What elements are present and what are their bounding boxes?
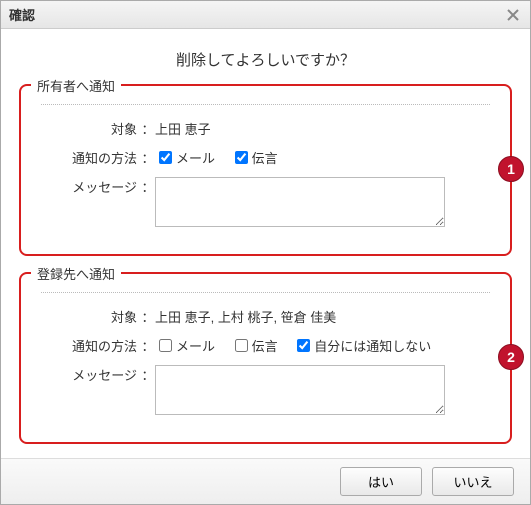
memo-label: 伝言 bbox=[252, 148, 278, 167]
exclude-self-label: 自分には通知しない bbox=[314, 336, 431, 355]
owner-memo-checkbox-wrap[interactable]: 伝言 bbox=[231, 148, 278, 167]
method-label: 通知の方法 bbox=[41, 334, 141, 355]
confirm-question: 削除してよろしいですか？ bbox=[19, 49, 512, 70]
annotation-badge-1: 1 bbox=[498, 156, 524, 182]
register-memo-checkbox[interactable] bbox=[235, 339, 248, 352]
divider bbox=[41, 104, 490, 105]
window-title: 確認 bbox=[9, 5, 35, 24]
mail-label: メール bbox=[176, 148, 215, 167]
owner-memo-checkbox[interactable] bbox=[235, 151, 248, 164]
register-notify-group: 登録先へ通知 対象 ： 上田 恵子, 上村 桃子, 笹倉 佳美 通知の方法 ： … bbox=[19, 272, 512, 444]
owner-mail-checkbox[interactable] bbox=[159, 151, 172, 164]
memo-label: 伝言 bbox=[252, 336, 278, 355]
titlebar: 確認 bbox=[1, 1, 530, 29]
message-label: メッセージ bbox=[41, 363, 141, 384]
register-memo-checkbox-wrap[interactable]: 伝言 bbox=[231, 336, 278, 355]
owner-notify-group: 所有者へ通知 対象 ： 上田 恵子 通知の方法 ： メール 伝言 bbox=[19, 84, 512, 256]
owner-mail-checkbox-wrap[interactable]: メール bbox=[155, 148, 215, 167]
mail-label: メール bbox=[176, 336, 215, 355]
owner-message-textarea[interactable] bbox=[155, 177, 445, 227]
dialog-footer: はい いいえ bbox=[1, 458, 530, 504]
owner-target-value: 上田 恵子 bbox=[155, 117, 490, 138]
register-mail-checkbox[interactable] bbox=[159, 339, 172, 352]
target-label: 対象 bbox=[41, 305, 141, 326]
exclude-self-checkbox-wrap[interactable]: 自分には通知しない bbox=[293, 336, 431, 355]
dialog-content: 削除してよろしいですか？ 所有者へ通知 対象 ： 上田 恵子 通知の方法 ： メ… bbox=[1, 29, 530, 458]
annotation-badge-2: 2 bbox=[498, 344, 524, 370]
register-message-textarea[interactable] bbox=[155, 365, 445, 415]
close-icon[interactable] bbox=[504, 6, 522, 24]
register-target-value: 上田 恵子, 上村 桃子, 笹倉 佳美 bbox=[155, 305, 490, 326]
owner-notify-legend: 所有者へ通知 bbox=[31, 76, 121, 95]
register-method-body: メール 伝言 自分には通知しない bbox=[155, 334, 490, 355]
message-label: メッセージ bbox=[41, 175, 141, 196]
method-label: 通知の方法 bbox=[41, 146, 141, 167]
yes-button[interactable]: はい bbox=[340, 467, 422, 496]
register-notify-legend: 登録先へ通知 bbox=[31, 264, 121, 283]
target-label: 対象 bbox=[41, 117, 141, 138]
dialog-window: 確認 削除してよろしいですか？ 所有者へ通知 対象 ： 上田 恵子 通知の方法 … bbox=[0, 0, 531, 505]
owner-method-body: メール 伝言 bbox=[155, 146, 490, 167]
no-button[interactable]: いいえ bbox=[432, 467, 514, 496]
divider bbox=[41, 292, 490, 293]
register-mail-checkbox-wrap[interactable]: メール bbox=[155, 336, 215, 355]
exclude-self-checkbox[interactable] bbox=[297, 339, 310, 352]
